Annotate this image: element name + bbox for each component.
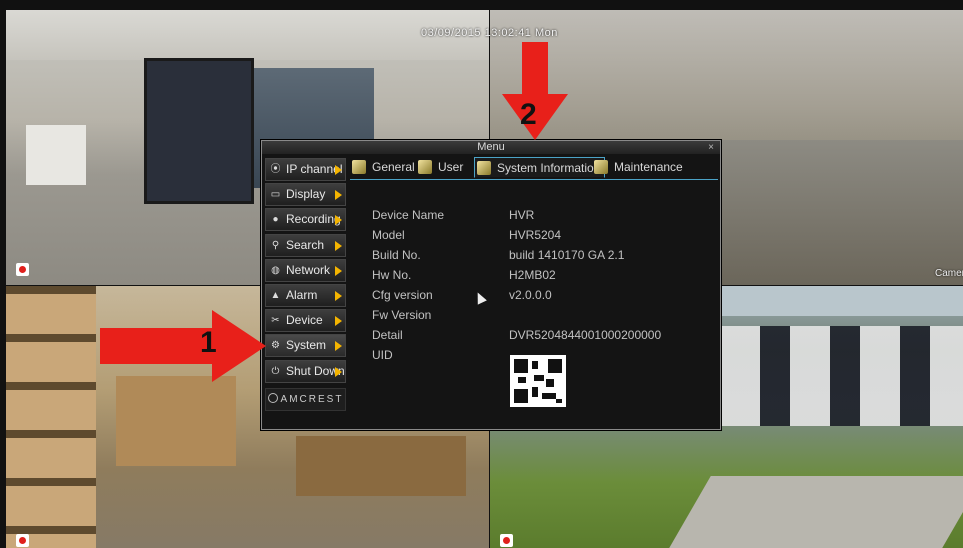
scene-shelves [6, 286, 96, 548]
sidebar-item-network[interactable]: ◍ Network [265, 258, 346, 282]
record-indicator-icon [500, 534, 513, 547]
record-indicator-icon [16, 534, 29, 547]
chevron-right-icon [335, 240, 342, 251]
info-label: Build No. [372, 248, 421, 262]
info-label: Fw Version [372, 308, 432, 322]
power-icon: ⏻ [271, 365, 280, 377]
info-label: Model [372, 228, 405, 242]
tab-system-information[interactable]: System Information [474, 157, 606, 178]
chevron-right-icon [335, 366, 342, 377]
qr-code [510, 355, 566, 407]
sidebar-item-label: Device [286, 313, 323, 328]
search-icon: ⚲ [271, 239, 280, 251]
info-value: HVR5204 [509, 228, 562, 242]
info-value: build 1410170 GA 2.1 [509, 248, 625, 262]
datetime-overlay: 03/09/2015 13:02:41 Mon [421, 27, 558, 39]
tab-label: User [438, 160, 464, 174]
info-label: Device Name [372, 208, 445, 222]
sidebar-item-recording[interactable]: ● Recording [265, 208, 346, 232]
sidebar-item-search[interactable]: ⚲ Search [265, 233, 346, 257]
scene-ceiling [6, 10, 489, 60]
ip-channel-icon: ⦿ [270, 164, 281, 175]
info-row-model: Model HVR5204 [372, 225, 712, 245]
menu-title: Menu [262, 141, 720, 154]
chevron-right-icon [335, 190, 342, 201]
record-indicator-icon [16, 263, 29, 276]
scene-desk [26, 125, 86, 185]
tab-general[interactable]: General [350, 157, 415, 178]
info-row-build-no: Build No. build 1410170 GA 2.1 [372, 245, 712, 265]
sidebar-item-label: Recording [286, 212, 341, 227]
maintenance-tab-icon [594, 160, 608, 174]
sidebar-item-label: Network [286, 262, 331, 277]
display-icon: ▭ [270, 189, 281, 201]
chevron-right-icon [335, 265, 342, 276]
step-2-label: 2 [520, 98, 537, 131]
system-information-tab-icon [477, 161, 491, 175]
tab-label: General [372, 160, 415, 174]
recording-icon: ● [272, 214, 279, 226]
camera-label: Camer [935, 268, 963, 279]
info-row-detail: Detail DVR5204844001000200000 [372, 325, 712, 345]
info-row-hw-no: Hw No. H2MB02 [372, 265, 712, 285]
general-tab-icon [352, 160, 366, 174]
step-1-label: 1 [200, 326, 217, 359]
sidebar-item-label: Display [286, 187, 326, 202]
device-icon: ✂ [271, 315, 280, 327]
info-value: v2.0.0.0 [509, 288, 552, 302]
sidebar-item-device[interactable]: ✂ Device [265, 309, 346, 333]
sidebar-item-shut-down[interactable]: ⏻ Shut Down [265, 359, 346, 383]
scene-boxes [116, 376, 236, 466]
menu-window: Menu × ⦿ IP channel ▭ Display ● Recordin… [261, 140, 721, 430]
tab-bar: General User System Information Maintena… [350, 157, 718, 180]
info-label: Hw No. [372, 268, 412, 282]
gear-icon: ⚙ [271, 340, 280, 352]
info-label: UID [372, 348, 393, 362]
sidebar-item-alarm[interactable]: ▲ Alarm [265, 283, 346, 307]
logo-icon [267, 393, 278, 403]
close-icon[interactable]: × [708, 141, 714, 154]
sidebar-item-system[interactable]: ⚙ System [265, 334, 346, 358]
logo-text: AMCREST [280, 394, 344, 405]
info-row-device-name: Device Name HVR [372, 205, 712, 225]
sidebar-item-label: Alarm [286, 287, 318, 302]
tab-label: System Information [497, 161, 601, 175]
info-value: HVR [509, 208, 535, 222]
scene-parking-cars [720, 326, 963, 426]
chevron-right-icon [335, 316, 342, 327]
info-value: H2MB02 [509, 268, 556, 282]
arrow-right-icon [100, 310, 266, 382]
chevron-right-icon [335, 165, 342, 175]
info-label: Detail [372, 328, 403, 342]
chevron-right-icon [335, 290, 342, 301]
info-value: DVR5204844001000200000 [509, 328, 662, 342]
system-info-panel: Device Name HVR Model HVR5204 Build No. bui… [372, 205, 712, 365]
alarm-icon: ▲ [270, 289, 281, 301]
scene-walkway [669, 476, 963, 548]
sidebar-item-label: Search [286, 237, 325, 252]
menu-sidebar: ⦿ IP channel ▭ Display ● Recording ⚲ Sea… [265, 158, 346, 385]
scene-door [144, 58, 254, 204]
info-label: Cfg version [372, 288, 433, 302]
sidebar-item-display[interactable]: ▭ Display [265, 183, 346, 207]
chevron-right-icon [335, 341, 342, 352]
sidebar-item-ip-channel[interactable]: ⦿ IP channel [265, 158, 346, 181]
info-row-fw-version: Fw Version [372, 305, 712, 325]
scene-pallet [296, 436, 466, 496]
network-icon: ◍ [271, 264, 280, 276]
chevron-right-icon [335, 215, 342, 226]
tab-label: Maintenance [614, 160, 683, 174]
info-row-cfg-version: Cfg version v2.0.0.0 [372, 285, 712, 305]
tab-maintenance[interactable]: Maintenance [592, 157, 683, 178]
amcrest-logo: AMCREST [265, 388, 346, 411]
tab-user[interactable]: User [416, 157, 463, 178]
sidebar-item-label: System [286, 338, 327, 353]
user-tab-icon [418, 160, 432, 174]
